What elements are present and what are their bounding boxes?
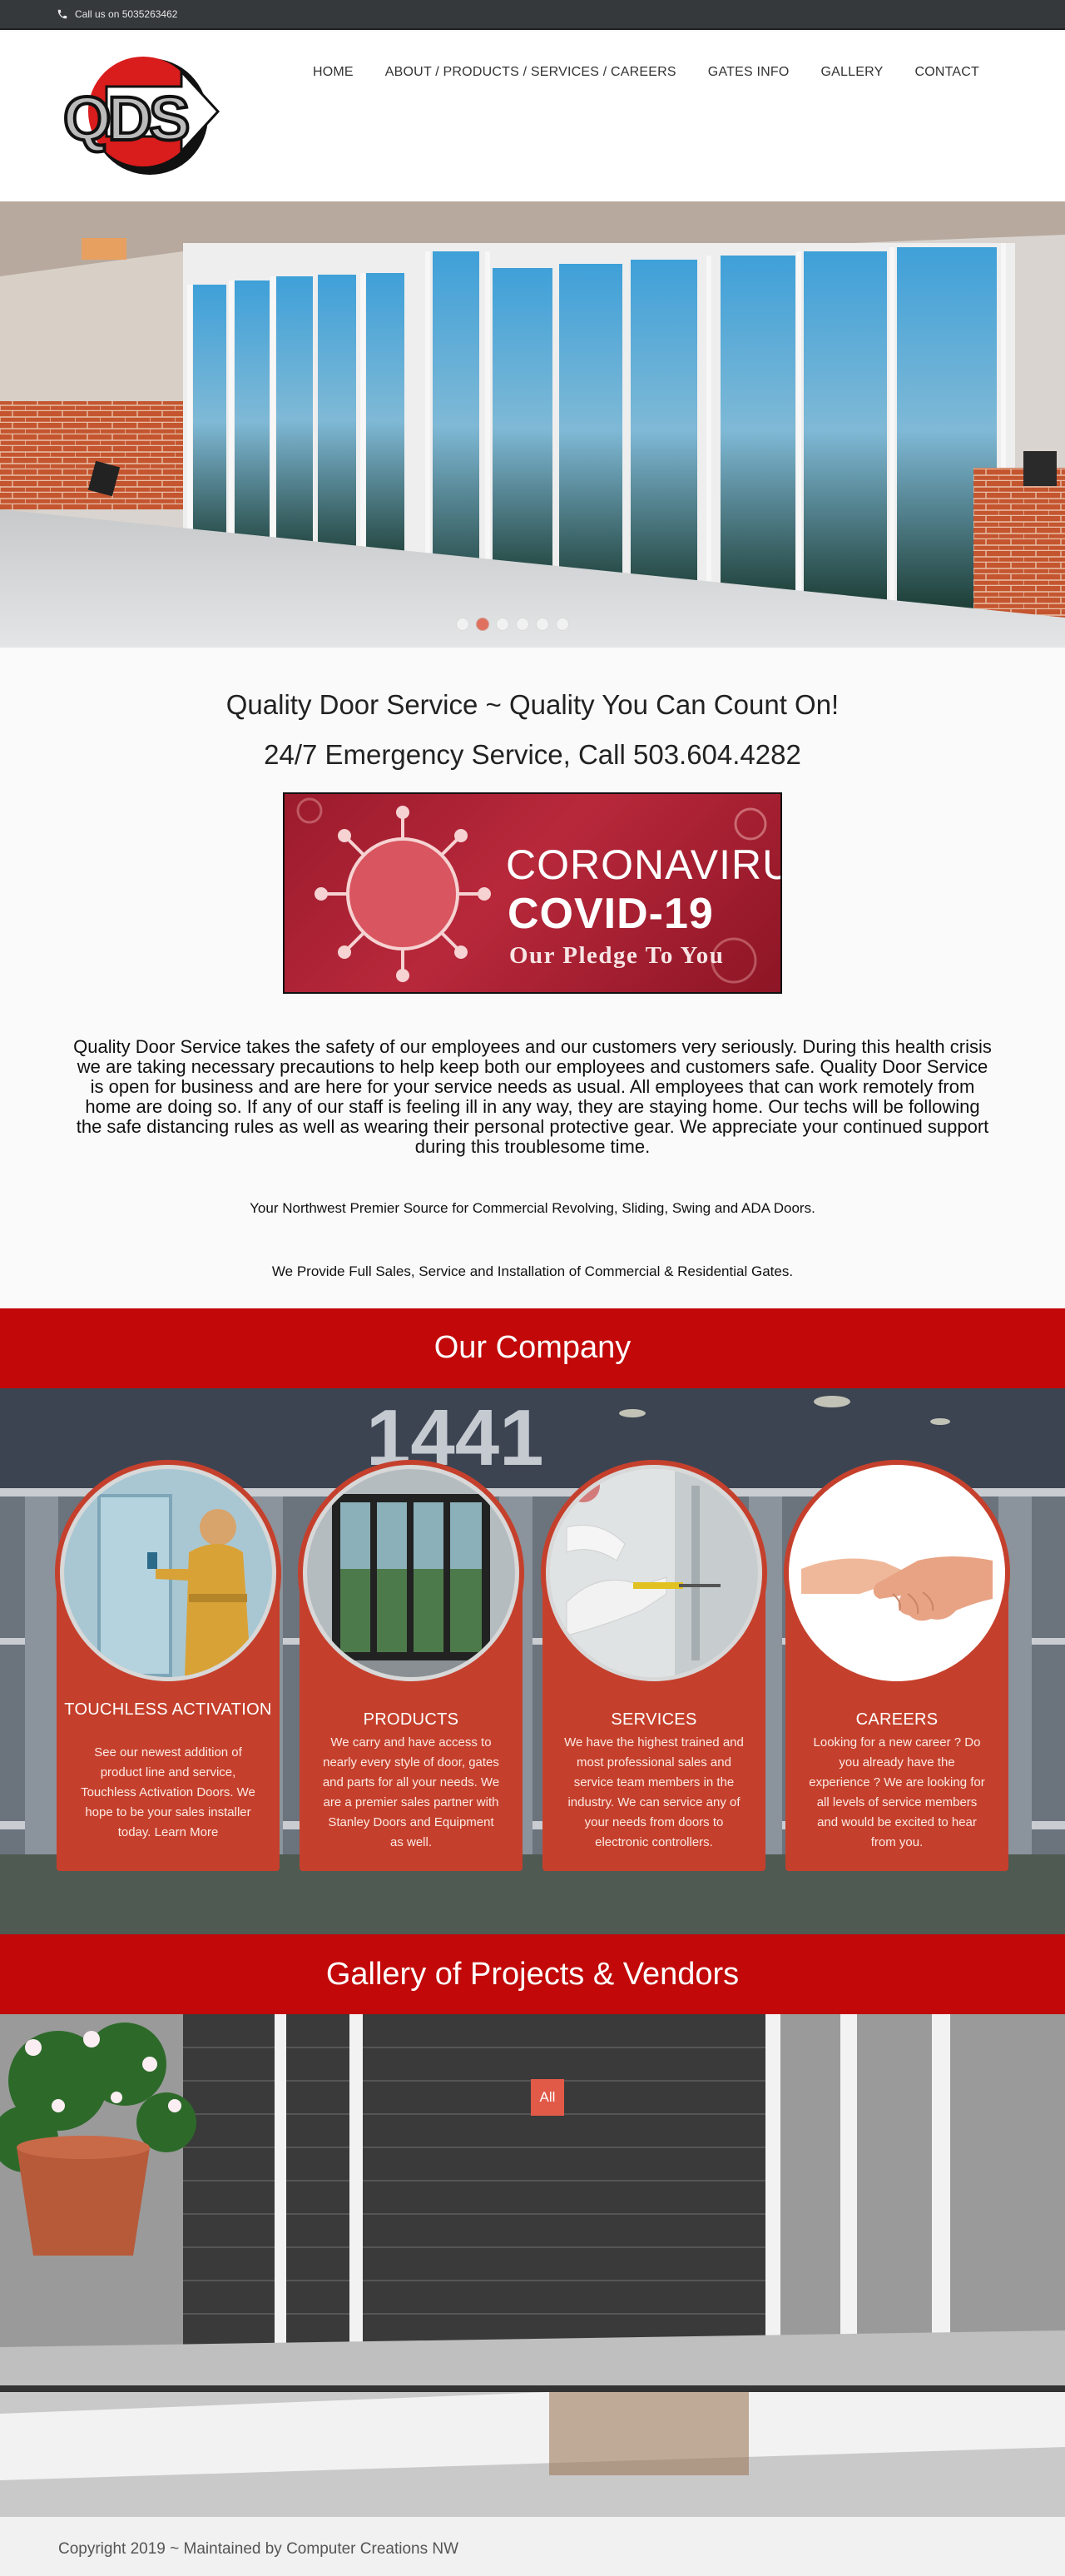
card-description: We carry and have access to nearly every… (322, 1735, 500, 1849)
card-title: TOUCHLESS ACTIVATION (64, 1700, 272, 1719)
slider-dot[interactable] (516, 618, 529, 631)
tagline: Quality Door Service ~ Quality You Can C… (225, 689, 840, 720)
slider-dot[interactable] (496, 618, 509, 631)
covid-line-3: Our Pledge To You (509, 942, 725, 969)
touchless-photo (64, 1469, 272, 1677)
call-us-text: Call us on 5035263462 (75, 8, 178, 20)
gallery-filter-all[interactable]: All (531, 2079, 564, 2116)
gallery-heading: Gallery of Projects & Vendors (0, 1934, 1065, 2014)
touchless-image (60, 1465, 276, 1681)
card-image-frame (298, 1460, 524, 1686)
services-photo (550, 1469, 758, 1677)
site-footer: Copyright 2019 ~ Maintained by Computer … (0, 2517, 1065, 2576)
nav-about[interactable]: ABOUT / PRODUCTS / SERVICES / CAREERS (369, 65, 692, 80)
card-image-frame (541, 1460, 767, 1686)
card-description: We have the highest trained and most pro… (564, 1735, 744, 1849)
gates-statement: We Provide Full Sales, Service and Insta… (271, 1263, 794, 1279)
top-bar: Call us on 5035263462 (0, 0, 1065, 30)
card-touchless-activation[interactable]: TOUCHLESS ACTIVATION See our newest addi… (55, 1460, 281, 1871)
nav-gallery[interactable]: GALLERY (805, 65, 899, 80)
card-image-frame (784, 1460, 1010, 1686)
qds-logo[interactable]: QDS (57, 53, 226, 178)
card-description: Looking for a new career ? Do you alread… (809, 1735, 985, 1849)
handshake-icon (793, 1469, 1001, 1677)
nav-contact[interactable]: CONTACT (899, 65, 995, 80)
products-photo (307, 1469, 515, 1677)
card-title: CAREERS (855, 1710, 939, 1729)
svg-text:QDS: QDS (63, 84, 188, 153)
card-title: SERVICES (611, 1710, 697, 1729)
services-image (546, 1465, 762, 1681)
covid-line-1: CORONAVIRUS (506, 841, 780, 888)
card-careers[interactable]: CAREERS Looking for a new career ? Do yo… (784, 1460, 1010, 1871)
main-nav: HOME ABOUT / PRODUCTS / SERVICES / CAREE… (297, 65, 995, 80)
card-services[interactable]: SERVICES We have the highest trained and… (541, 1460, 767, 1871)
company-section: 1441 TOUCHLESS ACTIVATION See our newest… (0, 1388, 1065, 1934)
slider-dot[interactable] (536, 618, 549, 631)
site-header: QDS HOME ABOUT / PRODUCTS / SERVICES / C… (0, 32, 1065, 201)
covid-banner[interactable]: CORONAVIRUS COVID-19 Our Pledge To You (283, 792, 782, 994)
slider-dot[interactable] (556, 618, 569, 631)
card-title: PRODUCTS (363, 1710, 459, 1729)
copyright: Copyright 2019 ~ Maintained by Computer … (58, 2540, 459, 2558)
slider-dot[interactable] (456, 618, 469, 631)
hero-slider[interactable] (0, 201, 1065, 648)
slider-dots (456, 618, 569, 631)
emergency-service: 24/7 Emergency Service, Call 503.604.428… (264, 739, 801, 770)
card-image-frame (55, 1460, 281, 1686)
gallery-section: All (0, 2014, 1065, 2517)
phone-icon (57, 9, 67, 19)
covid-statement: Quality Door Service takes the safety of… (73, 1036, 992, 1157)
card-products[interactable]: PRODUCTS We carry and have access to nea… (298, 1460, 524, 1871)
covid-line-2: COVID-19 (508, 890, 714, 938)
careers-image (789, 1465, 1005, 1681)
nav-home[interactable]: HOME (297, 65, 369, 80)
products-image (303, 1465, 519, 1681)
nav-gates-info[interactable]: GATES INFO (692, 65, 805, 80)
intro-section: Quality Door Service ~ Quality You Can C… (0, 648, 1065, 1308)
card-description: See our newest addition of product line … (81, 1745, 255, 1839)
hero-image (0, 201, 1065, 648)
source-statement: Your Northwest Premier Source for Commer… (250, 1200, 815, 1216)
call-us[interactable]: Call us on 5035263462 (57, 8, 177, 20)
our-company-heading: Our Company (0, 1308, 1065, 1388)
slider-dot-active[interactable] (476, 618, 489, 631)
